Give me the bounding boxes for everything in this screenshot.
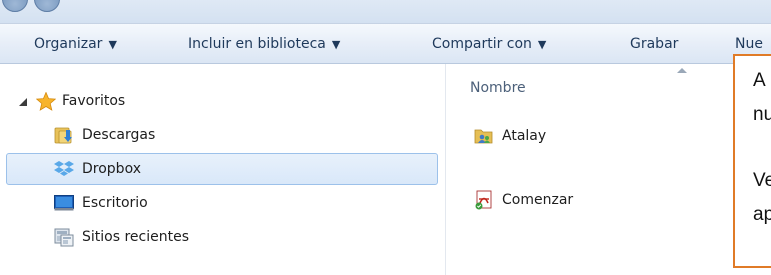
tree-item-label: Sitios recientes <box>82 229 189 245</box>
file-item-atalay[interactable]: Atalay <box>474 123 624 149</box>
organize-label: Organizar <box>34 36 103 52</box>
share-label: Compartir con <box>432 36 532 52</box>
command-bar: Organizar ▼ Incluir en biblioteca ▼ Compar… <box>0 24 771 64</box>
shared-folder-icon <box>474 129 493 144</box>
tree-item-recent-places[interactable]: Sitios recientes <box>54 221 254 253</box>
sort-ascending-icon <box>677 68 687 73</box>
tree-item-label: Descargas <box>82 127 156 143</box>
tree-item-favorites[interactable]: Favoritos <box>36 85 236 117</box>
forward-button[interactable] <box>34 0 60 12</box>
share-with-button[interactable]: Compartir con ▼ <box>432 24 546 64</box>
chevron-down-icon: ▼ <box>331 38 341 51</box>
pdf-document-icon <box>475 190 492 210</box>
chevron-down-icon: ▼ <box>537 38 547 51</box>
include-in-library-button[interactable]: Incluir en biblioteca ▼ <box>188 24 340 64</box>
downloads-folder-icon <box>54 127 72 144</box>
tree-item-label: Escritorio <box>82 195 148 211</box>
column-header-name[interactable]: Nombre <box>470 80 526 96</box>
recent-places-icon <box>54 228 74 247</box>
tree-item-label: Dropbox <box>82 161 141 177</box>
tree-item-desktop[interactable]: Escritorio <box>54 187 254 219</box>
callout-line: ap <box>753 204 771 225</box>
star-icon <box>36 92 56 111</box>
back-button[interactable] <box>2 0 28 12</box>
burn-button[interactable]: Grabar <box>630 24 678 64</box>
address-bar-strip <box>0 0 771 24</box>
tree-item-label: Favoritos <box>62 93 126 109</box>
chevron-down-icon: ▼ <box>108 38 117 51</box>
dropbox-icon <box>54 161 74 176</box>
callout-line: nu <box>753 104 771 125</box>
callout-line: A <box>753 70 766 91</box>
callout-line: Ve <box>753 170 771 191</box>
new-label: Nue <box>735 36 763 52</box>
tree-item-dropbox[interactable]: Dropbox <box>54 153 254 185</box>
callout-box: A nu Ve ap <box>733 54 771 268</box>
expand-triangle-icon[interactable] <box>18 97 28 107</box>
file-item-label: Comenzar <box>502 192 574 208</box>
desktop-icon <box>54 195 74 211</box>
file-item-label: Atalay <box>502 128 547 144</box>
burn-label: Grabar <box>630 36 679 52</box>
tree-item-downloads[interactable]: Descargas <box>54 119 254 151</box>
file-item-comenzar[interactable]: Comenzar <box>474 187 624 213</box>
organize-button[interactable]: Organizar ▼ <box>34 24 117 64</box>
include-label: Incluir en biblioteca <box>188 36 326 52</box>
